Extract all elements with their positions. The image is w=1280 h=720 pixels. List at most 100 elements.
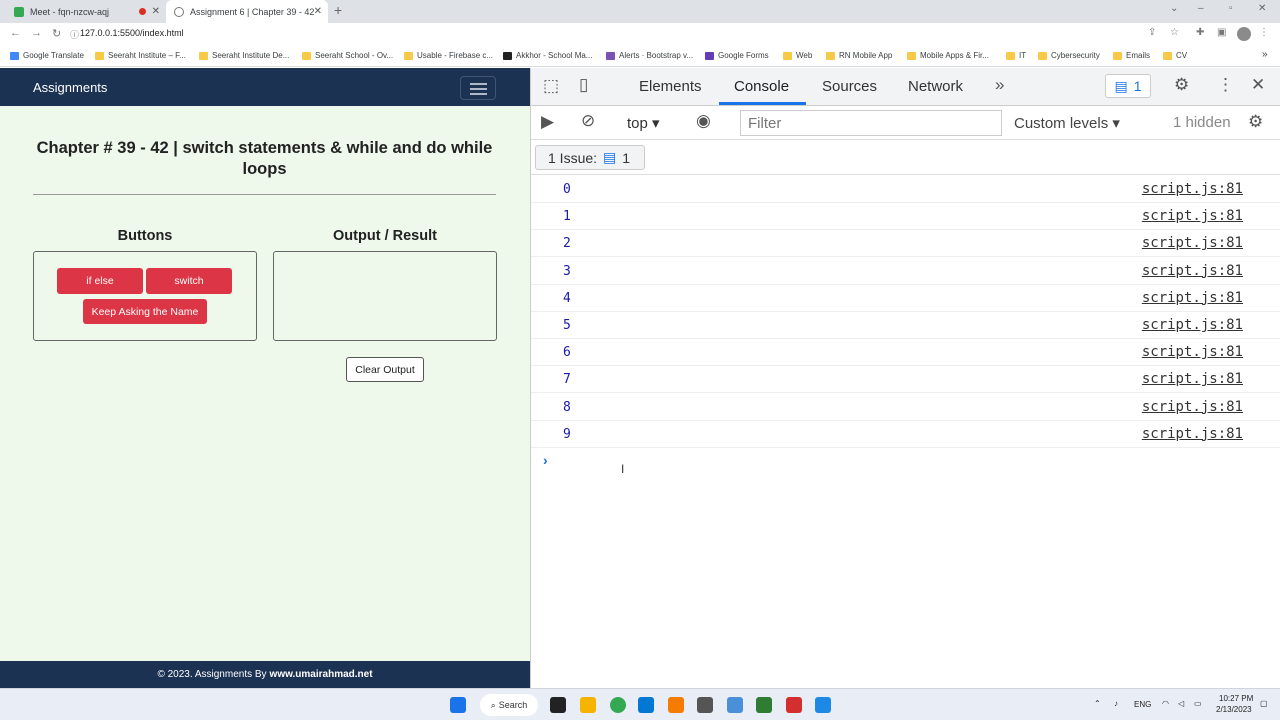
close-icon[interactable]: ✕ [152,6,160,17]
volume-icon[interactable]: ◁ [1178,699,1184,708]
log-source-link[interactable]: script.js:81 [1142,317,1243,333]
log-source-link[interactable]: script.js:81 [1142,290,1243,306]
tab-meet[interactable]: Meet - fqn-nzcw-aqj ✕ [6,0,166,23]
star-icon[interactable]: ☆ [1170,27,1179,38]
hamburger-icon[interactable] [460,76,496,100]
more-options-icon[interactable]: ⋮ [1217,75,1234,95]
url-field[interactable]: 127.0.0.1:5500/index.html [80,28,184,38]
log-levels-dropdown[interactable]: Custom levels ▾ [1014,114,1120,132]
clear-console-icon[interactable]: ⊘ [581,111,595,131]
log-value: 9 [563,426,571,442]
chevron-up-icon[interactable]: ⌃ [1094,699,1101,708]
vlc-icon[interactable] [668,697,684,713]
extensions-icon[interactable]: ✚ [1196,27,1204,38]
console-prompt[interactable]: › [543,452,548,468]
bookmark-folder[interactable]: Cybersecurity [1038,51,1100,60]
reload-icon[interactable]: ↻ [52,27,61,40]
chevron-right-icon[interactable]: » [1262,49,1268,60]
language-indicator[interactable]: ENG [1134,700,1151,709]
forward-icon[interactable]: → [31,27,42,39]
device-toggle-icon[interactable]: ▯ [579,75,588,95]
minimize-icon[interactable]: – [1198,3,1204,14]
navbar-brand[interactable]: Assignments [33,80,107,95]
sidepanel-icon[interactable]: ▣ [1217,27,1226,38]
bookmark-folder[interactable]: RN Mobile App [826,51,892,60]
bookmark-folder[interactable]: CV [1163,51,1187,60]
share-icon[interactable]: ⇪ [1148,27,1156,38]
sidebar-toggle-icon[interactable]: ▶ [541,112,554,132]
console-settings-icon[interactable]: ⚙ [1248,112,1263,132]
bookmark-folder[interactable]: Mobile Apps & Fir... [907,51,989,60]
new-tab-icon[interactable]: + [334,2,342,18]
log-source-link[interactable]: script.js:81 [1142,235,1243,251]
clear-output-button[interactable]: Clear Output [346,357,424,382]
tab-console[interactable]: Console [734,78,789,95]
filter-input[interactable]: Filter [740,110,1002,136]
navbar: Assignments [0,68,530,106]
windows-start-icon[interactable] [450,697,466,713]
log-value: 5 [563,318,571,333]
file-explorer-icon[interactable] [580,697,596,713]
settings-icon[interactable]: ⚙ [1174,75,1189,95]
devtools-toolbar: ⬚ ▯ Elements Console Sources Network » ▤… [531,68,1280,106]
bookmark-folder[interactable]: Web [783,51,812,60]
wifi-icon[interactable]: ◠ [1162,699,1169,708]
switch-button[interactable]: switch [146,268,232,294]
issues-button[interactable]: 1 Issue: ▤ 1 [535,145,645,170]
chrome-icon[interactable] [610,697,626,713]
more-tabs-icon[interactable]: » [995,75,1004,95]
eye-icon[interactable]: ◉ [696,111,711,131]
calculator-icon[interactable] [697,697,713,713]
tab-network[interactable]: Network [908,78,963,95]
close-window-icon[interactable]: ✕ [1258,3,1266,14]
avatar[interactable] [1237,27,1251,41]
menu-icon[interactable]: ⋮ [1259,27,1269,38]
inspect-icon[interactable]: ⬚ [543,76,559,96]
issues-bar: 1 Issue: ▤ 1 [531,140,1280,175]
bookmark[interactable]: Akkhor - School Ma... [503,51,592,60]
footer-link[interactable]: www.umairahmad.net [270,669,373,680]
log-source-link[interactable]: script.js:81 [1142,399,1243,415]
tab-sources[interactable]: Sources [822,78,877,95]
notification-icon[interactable]: ▢ [1260,699,1268,708]
bookmark-folder[interactable]: Emails [1113,51,1150,60]
keep-asking-name-button[interactable]: Keep Asking the Name [83,299,207,324]
bookmark[interactable]: Usable - Firebase c... [404,51,493,60]
close-icon[interactable]: ✕ [314,6,322,17]
context-selector[interactable]: top ▾ [627,114,660,132]
taskbar-search[interactable]: ⌕ Search [480,694,538,716]
log-source-link[interactable]: script.js:81 [1142,263,1243,279]
notepad-icon[interactable] [727,697,743,713]
bookmark[interactable]: Seeraht Institute De... [199,51,289,60]
log-source-link[interactable]: script.js:81 [1142,344,1243,360]
console-log-row: 0 script.js:81 [531,176,1280,203]
app-icon[interactable] [756,697,772,713]
bookmark-folder[interactable]: IT [1006,51,1026,60]
bookmark[interactable]: Seeraht Institute – F... [95,51,186,60]
log-source-link[interactable]: script.js:81 [1142,371,1243,387]
chevron-down-icon[interactable]: ⌄ [1170,3,1178,14]
battery-icon[interactable]: ▭ [1194,699,1202,708]
log-source-link[interactable]: script.js:81 [1142,426,1243,442]
message-icon: ▤ [603,149,617,165]
back-icon[interactable]: ← [10,27,21,39]
restore-icon[interactable]: ▫ [1229,3,1233,14]
issues-badge[interactable]: ▤ 1 [1105,74,1151,98]
recorder-icon[interactable] [786,697,802,713]
clock-time[interactable]: 10:27 PM [1219,694,1253,703]
tab-elements[interactable]: Elements [639,78,702,95]
divider [33,194,496,195]
log-source-link[interactable]: script.js:81 [1142,208,1243,224]
vscode-icon[interactable] [638,697,654,713]
log-source-link[interactable]: script.js:81 [1142,181,1243,197]
tab-assignment[interactable]: Assignment 6 | Chapter 39 - 42 ✕ [166,0,328,23]
bookmark[interactable]: Google Translate [10,51,84,60]
bookmark[interactable]: Google Forms [705,51,769,60]
close-devtools-icon[interactable]: ✕ [1251,75,1265,95]
clock-date[interactable]: 2/13/2023 [1216,705,1252,714]
bookmark[interactable]: Seeraht School - Ov... [302,51,393,60]
app-icon[interactable] [815,697,831,713]
bookmark[interactable]: Alerts · Bootstrap v... [606,51,693,60]
if-else-button[interactable]: if else [57,268,143,294]
terminal-icon[interactable] [550,697,566,713]
